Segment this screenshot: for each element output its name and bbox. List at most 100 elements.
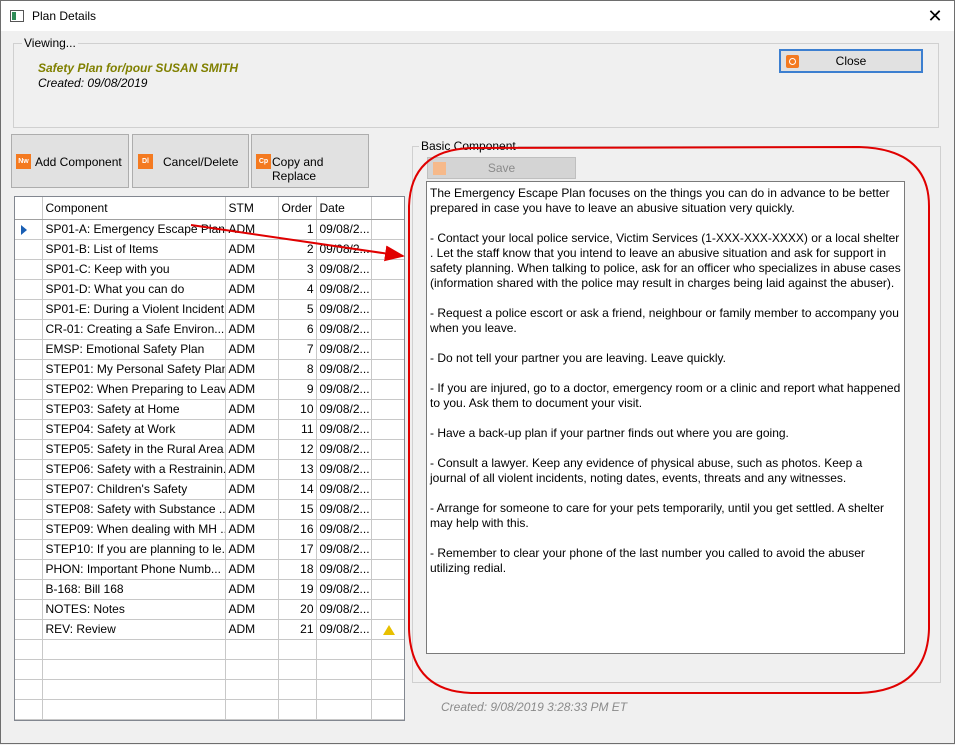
order-cell[interactable]: 10 <box>278 399 317 420</box>
column-header-stm[interactable]: STM <box>225 197 279 220</box>
status-cell[interactable] <box>371 619 404 640</box>
order-cell[interactable]: 4 <box>278 279 317 300</box>
stm-cell[interactable]: ADM <box>225 459 279 480</box>
component-cell[interactable]: STEP08: Safety with Substance ... <box>42 499 226 520</box>
row-selector-cell[interactable] <box>15 279 43 300</box>
status-cell[interactable] <box>371 319 404 340</box>
date-cell[interactable]: 09/08/2... <box>316 219 372 240</box>
order-cell[interactable]: 17 <box>278 539 317 560</box>
component-cell[interactable]: STEP05: Safety in the Rural Area <box>42 439 226 460</box>
order-cell[interactable]: 6 <box>278 319 317 340</box>
table-row[interactable]: STEP06: Safety with a Restrainin... ADM 13… <box>15 459 404 480</box>
order-cell[interactable]: 5 <box>278 299 317 320</box>
status-cell[interactable] <box>371 259 404 280</box>
stm-cell[interactable]: ADM <box>225 299 279 320</box>
date-cell[interactable]: 09/08/2... <box>316 399 372 420</box>
status-cell[interactable] <box>371 299 404 320</box>
date-cell[interactable]: 09/08/2... <box>316 319 372 340</box>
stm-cell[interactable]: ADM <box>225 319 279 340</box>
row-selector-cell[interactable] <box>15 339 43 360</box>
component-cell[interactable]: NOTES: Notes <box>42 599 226 620</box>
order-cell[interactable]: 8 <box>278 359 317 380</box>
component-cell[interactable]: B-168: Bill 168 <box>42 579 226 600</box>
status-cell[interactable] <box>371 339 404 360</box>
table-row[interactable]: REV: Review ADM 21 09/08/2... <box>15 619 404 640</box>
component-cell[interactable]: STEP01: My Personal Safety Plan <box>42 359 226 380</box>
table-row[interactable]: CR-01: Creating a Safe Environ... ADM 6 09/… <box>15 319 404 340</box>
cancel-delete-button[interactable]: Dl Cancel/Delete <box>132 134 249 188</box>
component-cell[interactable]: EMSP: Emotional Safety Plan <box>42 339 226 360</box>
stm-cell[interactable]: ADM <box>225 539 279 560</box>
table-row[interactable]: STEP04: Safety at Work ADM 11 09/08/2... <box>15 419 404 440</box>
column-header-component[interactable]: Component <box>42 197 226 220</box>
order-cell[interactable]: 2 <box>278 239 317 260</box>
component-cell[interactable]: SP01-C: Keep with you <box>42 259 226 280</box>
date-cell[interactable]: 09/08/2... <box>316 359 372 380</box>
stm-cell[interactable]: ADM <box>225 579 279 600</box>
order-cell[interactable]: 19 <box>278 579 317 600</box>
table-row[interactable]: SP01-E: During a Violent Incident ADM 5 09/… <box>15 299 404 320</box>
component-cell[interactable]: SP01-D: What you can do <box>42 279 226 300</box>
date-cell[interactable]: 09/08/2... <box>316 459 372 480</box>
table-row[interactable]: STEP10: If you are planning to le... ADM 1… <box>15 539 404 560</box>
table-row[interactable]: STEP08: Safety with Substance ... ADM 15 09… <box>15 499 404 520</box>
component-cell[interactable]: CR-01: Creating a Safe Environ... <box>42 319 226 340</box>
stm-cell[interactable]: ADM <box>225 279 279 300</box>
stm-cell[interactable]: ADM <box>225 359 279 380</box>
order-cell[interactable]: 14 <box>278 479 317 500</box>
date-cell[interactable]: 09/08/2... <box>316 559 372 580</box>
row-selector-cell[interactable] <box>15 559 43 580</box>
table-row[interactable]: SP01-C: Keep with you ADM 3 09/08/2... <box>15 259 404 280</box>
stm-cell[interactable]: ADM <box>225 419 279 440</box>
component-cell[interactable]: STEP03: Safety at Home <box>42 399 226 420</box>
status-cell[interactable] <box>371 279 404 300</box>
stm-cell[interactable]: ADM <box>225 439 279 460</box>
status-cell[interactable] <box>371 499 404 520</box>
date-cell[interactable]: 09/08/2... <box>316 279 372 300</box>
component-cell[interactable]: STEP06: Safety with a Restrainin... <box>42 459 226 480</box>
table-row[interactable]: SP01-D: What you can do ADM 4 09/08/2... <box>15 279 404 300</box>
row-selector-cell[interactable] <box>15 299 43 320</box>
component-cell[interactable]: STEP09: When dealing with MH ... <box>42 519 226 540</box>
row-selector-cell[interactable] <box>15 499 43 520</box>
components-grid[interactable]: Component STM Order Date SP01-A: Emergen… <box>14 196 405 721</box>
table-row[interactable]: NOTES: Notes ADM 20 09/08/2... <box>15 599 404 620</box>
row-selector-cell[interactable] <box>15 579 43 600</box>
component-cell[interactable]: REV: Review <box>42 619 226 640</box>
status-cell[interactable] <box>371 419 404 440</box>
stm-cell[interactable]: ADM <box>225 599 279 620</box>
order-cell[interactable]: 1 <box>278 219 317 240</box>
save-button[interactable]: Save <box>427 157 576 179</box>
status-cell[interactable] <box>371 359 404 380</box>
row-selector-cell[interactable] <box>15 619 43 640</box>
table-row[interactable]: EMSP: Emotional Safety Plan ADM 7 09/08/2..… <box>15 339 404 360</box>
row-selector-cell[interactable] <box>15 459 43 480</box>
table-row[interactable]: B-168: Bill 168 ADM 19 09/08/2... <box>15 579 404 600</box>
stm-cell[interactable]: ADM <box>225 259 279 280</box>
row-selector-cell[interactable] <box>15 399 43 420</box>
date-cell[interactable]: 09/08/2... <box>316 379 372 400</box>
copy-replace-button[interactable]: Cp Copy and Replace <box>251 134 369 188</box>
row-selector-cell[interactable] <box>15 259 43 280</box>
row-selector-cell[interactable] <box>15 519 43 540</box>
date-cell[interactable]: 09/08/2... <box>316 419 372 440</box>
row-selector-cell[interactable] <box>15 439 43 460</box>
status-cell[interactable] <box>371 559 404 580</box>
row-selector-cell[interactable] <box>15 219 43 240</box>
component-cell[interactable]: SP01-A: Emergency Escape Plan <box>42 219 226 240</box>
stm-cell[interactable]: ADM <box>225 399 279 420</box>
stm-cell[interactable]: ADM <box>225 559 279 580</box>
row-selector-cell[interactable] <box>15 319 43 340</box>
add-component-button[interactable]: Nw Add Component <box>11 134 129 188</box>
order-cell[interactable]: 12 <box>278 439 317 460</box>
component-cell[interactable]: PHON: Important Phone Numb... <box>42 559 226 580</box>
component-text-area[interactable]: The Emergency Escape Plan focuses on the… <box>426 181 905 654</box>
order-cell[interactable]: 7 <box>278 339 317 360</box>
stm-cell[interactable]: ADM <box>225 479 279 500</box>
status-cell[interactable] <box>371 399 404 420</box>
row-selector-cell[interactable] <box>15 479 43 500</box>
table-row[interactable]: STEP07: Children's Safety ADM 14 09/08/2... <box>15 479 404 500</box>
status-cell[interactable] <box>371 439 404 460</box>
stm-cell[interactable]: ADM <box>225 219 279 240</box>
window-close-icon[interactable]: ✕ <box>924 5 946 27</box>
